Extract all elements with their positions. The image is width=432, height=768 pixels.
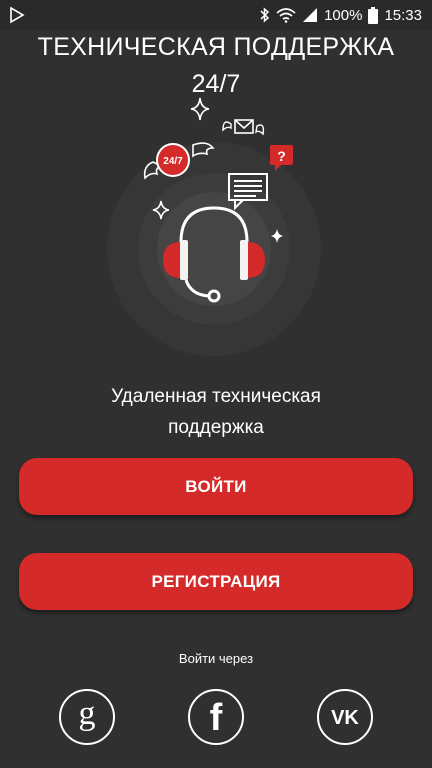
battery-icon (368, 6, 379, 24)
login-button[interactable]: ВОЙТИ (19, 458, 413, 515)
battery-percent: 100% (324, 6, 363, 24)
bluetooth-icon (260, 7, 270, 23)
svg-text:24/7: 24/7 (163, 156, 183, 167)
play-store-icon (10, 6, 25, 24)
wifi-icon (276, 8, 296, 23)
svg-text:g: g (79, 698, 96, 732)
clock: 15:33 (384, 6, 422, 24)
description: Удаленная техническая поддержка (70, 381, 362, 443)
vk-icon: VK (331, 707, 359, 729)
description-line-2: поддержка (168, 417, 264, 438)
register-button[interactable]: РЕГИСТРАЦИЯ (19, 553, 413, 610)
sparkle-icon (190, 97, 210, 121)
envelope-icon (222, 119, 265, 136)
google-icon: g (79, 698, 96, 732)
login-via-label: Войти через (178, 651, 254, 666)
google-login-button[interactable]: g (59, 689, 115, 745)
facebook-icon: f (210, 698, 223, 736)
svg-text:f: f (210, 698, 223, 736)
support-illustration: 24/7 ? (107, 97, 321, 356)
svg-text:?: ? (277, 148, 286, 164)
signal-icon (303, 8, 318, 22)
page-title: ТЕХНИЧЕСКАЯ ПОДДЕРЖКА (37, 33, 395, 61)
vk-login-button[interactable]: VK (317, 689, 373, 745)
svg-text:VK: VK (331, 707, 359, 729)
description-line-1: Удаленная техническая (111, 386, 321, 407)
status-bar: 100% 15:33 (0, 0, 432, 30)
facebook-login-button[interactable]: f (188, 689, 244, 745)
